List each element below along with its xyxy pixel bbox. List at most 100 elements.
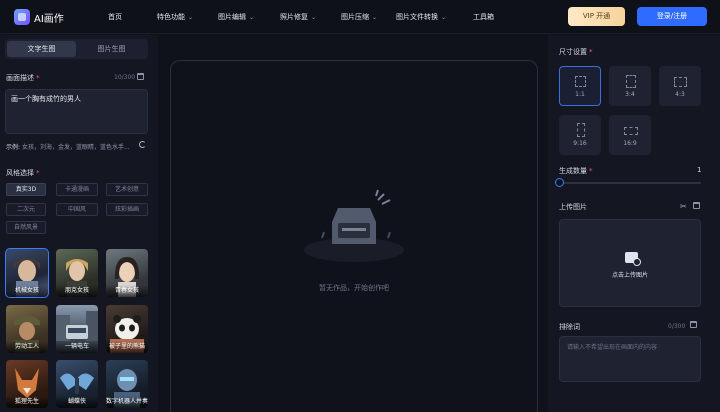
negative-counter: 0/300 bbox=[668, 323, 686, 330]
mode-tabs: 文字生图 图片生图 bbox=[5, 39, 148, 59]
card-caption: 狐狸先生 bbox=[6, 396, 48, 408]
chevron-down-icon: ⌄ bbox=[441, 14, 447, 21]
top-navbar: AI画作 首页 特色功能 ⌄ 图片编辑 ⌄ 照片修复 ⌄ 图片压缩 ⌄ 图片文件转换 ⌄ … bbox=[0, 0, 720, 34]
style-card[interactable]: 蝴蝶侠 bbox=[56, 360, 98, 408]
card-caption: 朋克女孩 bbox=[56, 285, 98, 297]
nav-item-image-compress[interactable]: 图片压缩 ⌄ bbox=[341, 12, 377, 22]
examples-label: 示例: bbox=[6, 144, 21, 151]
negative-prompt-input[interactable]: 请输入不希望出现在画面内的内容 bbox=[559, 336, 701, 382]
style-chip[interactable]: 真实3D bbox=[6, 183, 46, 196]
style-card[interactable]: 朋克女孩 bbox=[56, 249, 98, 297]
card-caption: 劳动工人 bbox=[6, 341, 48, 353]
nav-label: 特色功能 bbox=[157, 13, 185, 21]
card-caption: 数字机器人并奏 bbox=[106, 396, 148, 408]
style-chip[interactable]: 炫彩插画 bbox=[106, 203, 148, 216]
brand-name[interactable]: AI画作 bbox=[34, 10, 64, 25]
ratio-option[interactable]: 16:9 bbox=[609, 115, 651, 155]
ratio-label: 4:3 bbox=[675, 91, 685, 98]
tab-text-to-image[interactable]: 文字生图 bbox=[7, 41, 76, 57]
ratio-option[interactable]: 1:1 bbox=[559, 66, 601, 106]
nav-label: 图片压缩 bbox=[341, 13, 369, 21]
style-chip[interactable]: 中国风 bbox=[56, 203, 98, 216]
card-caption: 蝴蝶侠 bbox=[56, 396, 98, 408]
refresh-icon[interactable] bbox=[139, 141, 146, 148]
count-label: 生成数量 * bbox=[559, 166, 593, 176]
card-caption: 机械女孩 bbox=[6, 285, 48, 297]
examples-text[interactable]: 女孩，刘海，金发，蓝眼睛，蓝色水手... bbox=[22, 144, 130, 151]
trash-icon[interactable] bbox=[693, 202, 700, 209]
style-card[interactable]: 青春女孩 bbox=[106, 249, 148, 297]
prompt-examples: 示例: 女孩，刘海，金发，蓝眼睛，蓝色水手... bbox=[6, 142, 130, 151]
logo-icon[interactable] bbox=[14, 9, 30, 25]
prompt-textarea[interactable]: 画一个胸有成竹的男人 bbox=[5, 89, 148, 134]
ratio-shape-icon bbox=[626, 75, 636, 88]
ratio-label: 1:1 bbox=[575, 91, 585, 98]
login-button[interactable]: 登录/注册 bbox=[637, 7, 707, 26]
style-chip[interactable]: 二次元 bbox=[6, 203, 46, 216]
ratio-label: 9:16 bbox=[573, 140, 587, 147]
nav-item-features[interactable]: 特色功能 ⌄ bbox=[157, 12, 193, 22]
style-card[interactable]: 机械女孩 bbox=[5, 248, 49, 298]
ratio-shape-icon bbox=[577, 123, 585, 137]
style-chip[interactable]: 艺术创意 bbox=[106, 183, 148, 196]
nav-item-photo-restore[interactable]: 照片修复 ⌄ bbox=[280, 12, 316, 22]
required-mark: * bbox=[589, 48, 593, 56]
style-card[interactable]: 数字机器人并奏 bbox=[106, 360, 148, 408]
style-chip[interactable]: 自然风景 bbox=[6, 221, 46, 234]
nav-item-home[interactable]: 首页 bbox=[108, 12, 122, 22]
nav-label: 图片编辑 bbox=[218, 13, 246, 21]
required-mark: * bbox=[36, 169, 40, 177]
card-caption: 青春女孩 bbox=[106, 285, 148, 297]
ratio-shape-icon bbox=[624, 127, 638, 135]
style-card[interactable]: 被子里的熊猫 bbox=[106, 305, 148, 353]
tab-image-to-image[interactable]: 图片生图 bbox=[77, 41, 146, 57]
ratio-option[interactable]: 3:4 bbox=[609, 66, 651, 106]
style-card[interactable]: 劳动工人 bbox=[6, 305, 48, 353]
trash-icon[interactable] bbox=[137, 73, 144, 80]
upload-label: 上传图片 bbox=[559, 203, 587, 211]
empty-state-text: 暂无作品，开始创作吧 bbox=[319, 284, 389, 292]
crop-icon[interactable]: ✂ bbox=[680, 202, 687, 211]
style-label: 风格选择 * bbox=[6, 168, 40, 178]
count-slider[interactable] bbox=[559, 182, 701, 184]
style-card[interactable]: 狐狸先生 bbox=[6, 360, 48, 408]
slider-handle[interactable] bbox=[555, 178, 564, 187]
ratio-label: 3:4 bbox=[625, 91, 635, 98]
vip-button[interactable]: VIP 开通 bbox=[568, 7, 625, 26]
chevron-down-icon: ⌄ bbox=[372, 14, 378, 21]
ratio-shape-icon bbox=[575, 76, 586, 87]
nav-label: 图片文件转换 bbox=[396, 13, 438, 21]
card-caption: 被子里的熊猫 bbox=[106, 341, 148, 353]
chevron-down-icon: ⌄ bbox=[311, 14, 317, 21]
card-caption: 一辆电车 bbox=[56, 341, 98, 353]
chevron-down-icon: ⌄ bbox=[188, 14, 194, 21]
nav-item-toolbox[interactable]: 工具箱 bbox=[473, 12, 494, 22]
prompt-counter: 10/300 bbox=[114, 74, 136, 81]
upload-dropzone[interactable]: 点击上传图片 bbox=[559, 219, 701, 307]
prompt-label: 画面描述 * bbox=[6, 73, 40, 83]
ratio-option[interactable]: 9:16 bbox=[559, 115, 601, 155]
size-label-text: 尺寸设置 bbox=[559, 48, 587, 56]
nav-label: 工具箱 bbox=[473, 13, 494, 21]
size-label: 尺寸设置 * bbox=[559, 47, 593, 57]
style-card[interactable]: 一辆电车 bbox=[56, 305, 98, 353]
count-value: 1 bbox=[697, 166, 702, 174]
nav-item-file-convert[interactable]: 图片文件转换 ⌄ bbox=[396, 12, 446, 22]
required-mark: * bbox=[589, 167, 593, 175]
prompt-label-text: 画面描述 bbox=[6, 74, 34, 82]
required-mark: * bbox=[36, 74, 40, 82]
empty-state-icon bbox=[304, 189, 404, 262]
nav-item-image-edit[interactable]: 图片编辑 ⌄ bbox=[218, 12, 254, 22]
nav-label: 照片修复 bbox=[280, 13, 308, 21]
upload-text: 点击上传图片 bbox=[611, 272, 648, 279]
image-upload-icon bbox=[625, 252, 641, 266]
ratio-option[interactable]: 4:3 bbox=[659, 66, 701, 106]
chevron-down-icon: ⌄ bbox=[249, 14, 255, 21]
style-chip[interactable]: 卡通漫画 bbox=[56, 183, 98, 196]
nav-label: 首页 bbox=[108, 13, 122, 21]
ratio-shape-icon bbox=[674, 77, 687, 87]
count-label-text: 生成数量 bbox=[559, 167, 587, 175]
negative-label: 排除词 bbox=[559, 323, 580, 331]
style-label-text: 风格选择 bbox=[6, 169, 34, 177]
trash-icon[interactable] bbox=[690, 321, 697, 328]
